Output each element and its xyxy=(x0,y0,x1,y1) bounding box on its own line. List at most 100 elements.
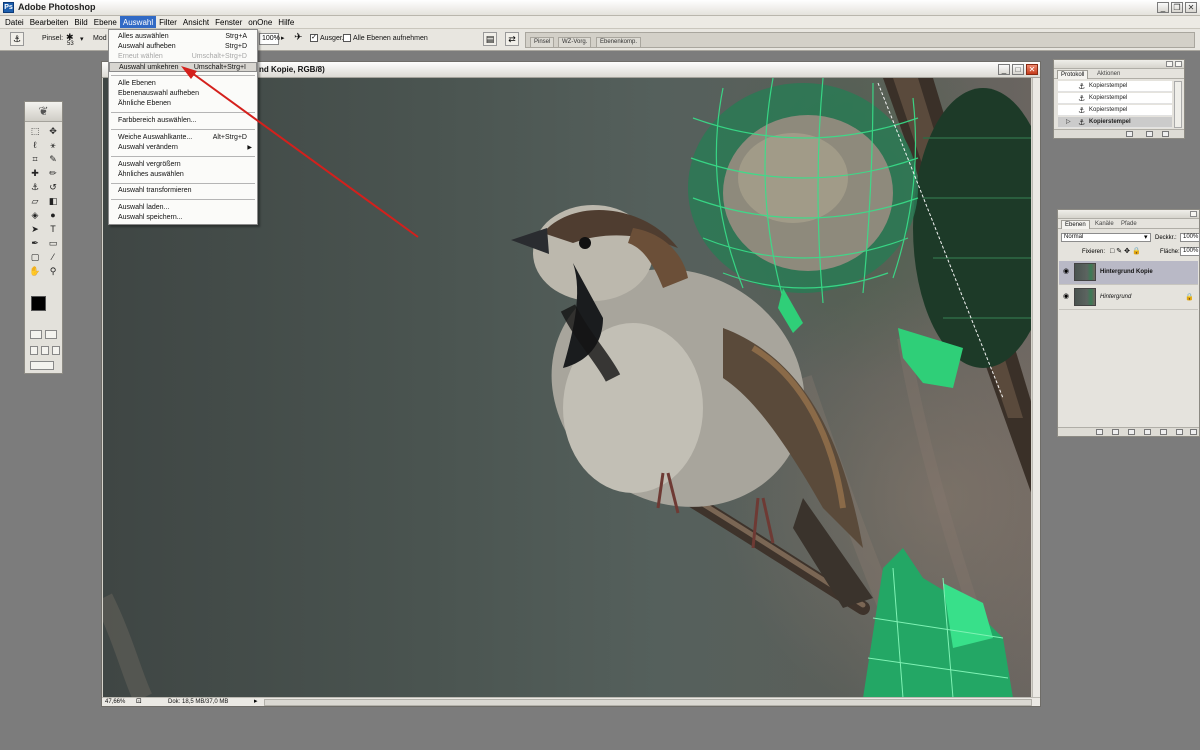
menu-onone[interactable]: onOne xyxy=(245,16,275,28)
screen-mode-full-button[interactable] xyxy=(52,346,60,355)
adjustment-layer-icon[interactable] xyxy=(1144,429,1151,435)
menu-item-aehnliche-ebenen[interactable]: Ähnliche Ebenen xyxy=(109,99,257,109)
menu-hilfe[interactable]: Hilfe xyxy=(275,16,297,28)
history-brush-tool-icon[interactable]: ↺ xyxy=(45,181,61,193)
clone-stamp-tool-icon[interactable]: ⚓ xyxy=(10,32,24,46)
layer-row[interactable]: ◉ Hintergrund 🔒 xyxy=(1059,286,1198,310)
tab-kanaele[interactable]: Kanäle xyxy=(1092,220,1117,229)
eraser-tool-icon[interactable]: ▱ xyxy=(27,195,43,207)
new-group-icon[interactable] xyxy=(1160,429,1167,435)
panel-close-button[interactable] xyxy=(1175,61,1182,67)
screen-mode-full-menu-button[interactable] xyxy=(41,346,49,355)
blend-mode-select[interactable]: Normal xyxy=(1061,233,1151,242)
slice-tool-icon[interactable]: ✎ xyxy=(45,153,61,165)
link-layers-icon[interactable] xyxy=(1096,429,1103,435)
gradient-tool-icon[interactable]: ◧ xyxy=(45,195,61,207)
menu-ansicht[interactable]: Ansicht xyxy=(180,16,212,28)
menu-item-weiche-auswahlkante[interactable]: Weiche Auswahlkante... Alt+Strg+D xyxy=(109,133,257,143)
menu-item-auswahl-vergroessern[interactable]: Auswahl vergrößern xyxy=(109,160,257,170)
brush-tool-icon[interactable]: ✏ xyxy=(45,167,61,179)
blend-mode-arrow-icon[interactable]: ▾ xyxy=(1144,233,1148,242)
tab-protokoll[interactable]: Protokoll xyxy=(1057,70,1089,79)
menu-bearbeiten[interactable]: Bearbeiten xyxy=(27,16,72,28)
dodge-tool-icon[interactable]: ● xyxy=(45,209,61,221)
menu-item-auswahl-speichern[interactable]: Auswahl speichern... xyxy=(109,213,257,223)
well-tab-wz-vorg[interactable]: WZ-Vorg. xyxy=(558,37,592,48)
path-selection-tool-icon[interactable]: ➤ xyxy=(27,223,43,235)
new-document-from-state-icon[interactable] xyxy=(1126,131,1133,137)
hand-tool-icon[interactable]: ✋ xyxy=(27,265,43,277)
doc-maximize-button[interactable]: □ xyxy=(1012,64,1024,75)
eyedropper-tool-icon[interactable]: ⁄ xyxy=(45,251,61,263)
close-button[interactable]: ✕ xyxy=(1185,2,1197,13)
menu-auswahl[interactable]: Auswahl xyxy=(119,16,157,28)
doc-close-button[interactable]: ✕ xyxy=(1026,64,1038,75)
magic-wand-tool-icon[interactable]: ⚹ xyxy=(45,139,61,151)
menu-item-farbbereich-auswaehlen[interactable]: Farbbereich auswählen... xyxy=(109,116,257,126)
opacity-slider-arrow-icon[interactable]: ▸ xyxy=(281,34,285,42)
restore-button[interactable]: ❐ xyxy=(1171,2,1183,13)
menu-item-auswahl-aufheben[interactable]: Auswahl aufheben Strg+D xyxy=(109,42,257,52)
healing-brush-tool-icon[interactable]: ✚ xyxy=(27,167,43,179)
vertical-scrollbar[interactable] xyxy=(1032,78,1040,698)
history-state-row[interactable]: ▷ ⚓ Kopierstempel xyxy=(1058,117,1172,128)
adobe-feather-icon[interactable]: ❦ xyxy=(25,102,62,122)
delete-layer-icon[interactable] xyxy=(1190,429,1197,435)
horizontal-scrollbar[interactable] xyxy=(264,699,1032,706)
well-tab-ebenenkomp[interactable]: Ebenenkomp. xyxy=(596,37,642,48)
move-tool-icon[interactable]: ✥ xyxy=(45,125,61,137)
layer-fill-field[interactable]: 100% xyxy=(1180,247,1200,256)
blur-tool-icon[interactable]: ◈ xyxy=(27,209,43,221)
lasso-tool-icon[interactable]: ℓ xyxy=(27,139,43,151)
history-state-row[interactable]: ⚓ Kopierstempel xyxy=(1058,93,1172,104)
menu-item-auswahl-umkehren[interactable]: Auswahl umkehren Umschalt+Strg+I xyxy=(109,62,257,72)
pen-tool-icon[interactable]: ✒ xyxy=(27,237,43,249)
tab-ebenen[interactable]: Ebenen xyxy=(1061,220,1090,229)
history-state-row[interactable]: ⚓ Kopierstempel xyxy=(1058,81,1172,92)
layer-mask-icon[interactable] xyxy=(1128,429,1135,435)
brush-picker-arrow-icon[interactable]: ▾ xyxy=(80,35,84,43)
tab-aktionen[interactable]: Aktionen xyxy=(1094,70,1123,79)
menu-item-alles-auswaehlen[interactable]: Alles auswählen Strg+A xyxy=(109,32,257,42)
history-scrollbar[interactable] xyxy=(1174,81,1182,128)
toggle-palette-icon[interactable]: ⇄ xyxy=(505,32,519,46)
quick-mask-button[interactable] xyxy=(45,330,57,339)
notes-tool-icon[interactable]: ▢ xyxy=(27,251,43,263)
marquee-tool-icon[interactable]: ⬚ xyxy=(27,125,43,137)
status-menu-arrow-icon[interactable]: ▸ xyxy=(254,698,258,706)
tab-pfade[interactable]: Pfade xyxy=(1118,220,1140,229)
menu-fenster[interactable]: Fenster xyxy=(212,16,245,28)
menu-item-auswahl-transformieren[interactable]: Auswahl transformieren xyxy=(109,186,257,196)
type-tool-icon[interactable]: T xyxy=(45,223,61,235)
layer-row[interactable]: ◉ Hintergrund Kopie xyxy=(1059,261,1198,285)
menu-item-aehnliches-auswaehlen[interactable]: Ähnliches auswählen xyxy=(109,170,257,180)
crop-tool-icon[interactable]: ⌗ xyxy=(27,153,43,165)
screen-mode-standard-button[interactable] xyxy=(30,346,38,355)
minimize-button[interactable]: _ xyxy=(1157,2,1169,13)
airbrush-icon[interactable]: ✈ xyxy=(294,32,302,43)
layer-opacity-field[interactable]: 100% xyxy=(1180,233,1200,242)
zoom-tool-icon[interactable]: ⚲ xyxy=(45,265,61,277)
jump-to-imageready-button[interactable] xyxy=(30,361,54,370)
menu-item-alle-ebenen[interactable]: Alle Ebenen xyxy=(109,79,257,89)
standard-mode-button[interactable] xyxy=(30,330,42,339)
file-browser-icon[interactable]: ▤ xyxy=(483,32,497,46)
lock-options-icons[interactable]: □✎✥🔒 xyxy=(1110,247,1143,256)
zoom-preview-icon[interactable]: ⊡ xyxy=(136,698,142,706)
zoom-level[interactable]: 47,66% xyxy=(105,698,133,706)
delete-state-icon[interactable] xyxy=(1162,131,1169,137)
menu-item-auswahl-veraendern[interactable]: Auswahl verändern ▶ xyxy=(109,143,257,153)
shape-tool-icon[interactable]: ▭ xyxy=(45,237,61,249)
menu-datei[interactable]: Datei xyxy=(2,16,27,28)
clone-stamp-tool-icon[interactable]: ⚓ xyxy=(27,181,43,193)
menu-item-auswahl-laden[interactable]: Auswahl laden... xyxy=(109,203,257,213)
visibility-eye-icon[interactable]: ◉ xyxy=(1062,268,1070,276)
menu-item-ebenenauswahl-aufheben[interactable]: Ebenenauswahl aufheben xyxy=(109,89,257,99)
opacity-field[interactable]: 100% xyxy=(259,33,280,45)
menu-filter[interactable]: Filter xyxy=(156,16,180,28)
panel-minimize-button[interactable] xyxy=(1190,211,1197,217)
visibility-eye-icon[interactable]: ◉ xyxy=(1062,293,1070,301)
aligned-checkbox[interactable]: ✓ xyxy=(310,34,318,42)
panel-minimize-button[interactable] xyxy=(1166,61,1173,67)
foreground-color-swatch[interactable] xyxy=(31,296,46,311)
